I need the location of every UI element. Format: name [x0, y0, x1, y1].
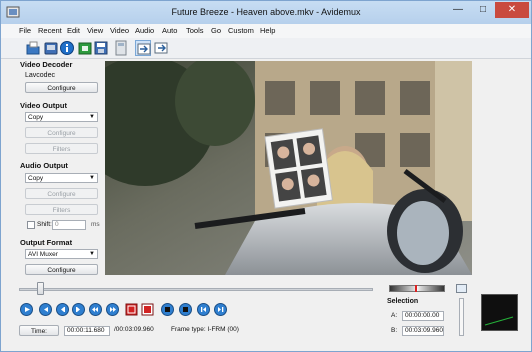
set-marker-b-icon[interactable]	[141, 303, 154, 316]
menu-tools[interactable]: Tools	[186, 26, 204, 35]
audio-output-configure-button[interactable]: Configure	[25, 188, 98, 199]
chevron-down-icon: ▼	[89, 175, 95, 181]
menu-file[interactable]: File	[19, 26, 31, 35]
video-output-filters-button[interactable]: Filters	[25, 143, 98, 154]
input-mode-icon[interactable]	[135, 40, 151, 56]
chevron-down-icon: ▼	[89, 114, 95, 120]
open-file-icon[interactable]	[25, 40, 41, 56]
previous-frame-icon[interactable]	[56, 303, 69, 316]
selection-a-field[interactable]: 00:00:00.00	[402, 311, 444, 321]
video-output-select-value: Copy	[28, 114, 44, 121]
selection-b-value: 00:03:09.960	[405, 327, 443, 334]
audio-meter-toggle-icon[interactable]	[456, 284, 467, 293]
video-output-title: Video Output	[20, 101, 67, 110]
menu-bar: File Recent Edit View Video Audio Auto T…	[1, 24, 531, 38]
app-window: Future Breeze - Heaven above.mkv - Avide…	[0, 0, 532, 352]
previous-keyframe-icon[interactable]	[89, 303, 102, 316]
info-icon[interactable]	[59, 40, 75, 56]
minimize-button[interactable]: —	[446, 2, 470, 18]
video-preview	[105, 61, 472, 275]
selection-a-label: A:	[391, 312, 398, 319]
current-time: 00:00:11.680	[67, 327, 105, 334]
shift-unit: ms	[91, 221, 100, 228]
close-button[interactable]: ✕	[495, 2, 529, 18]
video-decoder-codec: Lavcodec	[25, 72, 55, 79]
save-video-icon[interactable]	[77, 40, 93, 56]
menu-help[interactable]: Help	[260, 26, 275, 35]
selection-title: Selection	[387, 298, 419, 305]
menu-video[interactable]: Video	[110, 26, 129, 35]
total-time: /00:03:09.960	[114, 326, 154, 333]
menu-custom[interactable]: Custom	[228, 26, 254, 35]
video-decoder-configure-button[interactable]: Configure	[25, 82, 98, 93]
calculator-icon[interactable]	[113, 40, 129, 56]
output-format-select-value: AVI Muxer	[28, 251, 58, 258]
rewind-icon[interactable]	[39, 303, 52, 316]
next-frame-icon[interactable]	[72, 303, 85, 316]
open-folder-icon[interactable]	[43, 40, 59, 56]
video-decoder-title: Video Decoder	[20, 60, 73, 69]
menu-edit[interactable]: Edit	[67, 26, 80, 35]
chevron-down-icon: ▼	[89, 251, 95, 257]
menu-auto[interactable]: Auto	[162, 26, 177, 35]
volume-marker	[415, 285, 417, 292]
audio-output-select[interactable]: Copy ▼	[25, 173, 98, 183]
set-marker-a-icon[interactable]	[125, 303, 138, 316]
shift-value-field[interactable]: 0	[52, 220, 86, 230]
shift-label: Shift:	[37, 221, 52, 228]
menu-recent[interactable]: Recent	[38, 26, 62, 35]
video-output-select[interactable]: Copy ▼	[25, 112, 98, 122]
right-panel	[472, 61, 531, 275]
current-time-field[interactable]: 00:00:11.680	[64, 326, 110, 336]
go-last-frame-icon[interactable]	[214, 303, 227, 316]
video-output-configure-button[interactable]: Configure	[25, 127, 98, 138]
audio-output-title: Audio Output	[20, 161, 68, 170]
time-button[interactable]: Time:	[19, 325, 59, 336]
previous-black-frame-icon[interactable]	[161, 303, 174, 316]
selection-b-label: B:	[391, 327, 398, 334]
mini-preview-graph	[482, 295, 517, 330]
toolbar	[1, 38, 531, 59]
menu-view[interactable]: View	[87, 26, 103, 35]
title-bar: Future Breeze - Heaven above.mkv - Avide…	[1, 1, 531, 24]
menu-audio[interactable]: Audio	[135, 26, 154, 35]
output-format-configure-button[interactable]: Configure	[25, 264, 98, 275]
audio-output-select-value: Copy	[28, 175, 44, 182]
frame-type: Frame type: I-FRM (00)	[171, 326, 239, 333]
next-black-frame-icon[interactable]	[179, 303, 192, 316]
audio-output-filters-button[interactable]: Filters	[25, 204, 98, 215]
maximize-button[interactable]: □	[471, 2, 495, 18]
shift-checkbox[interactable]	[27, 221, 35, 229]
save-icon[interactable]	[93, 40, 109, 56]
volume-slider[interactable]	[459, 298, 464, 336]
menu-go[interactable]: Go	[211, 26, 221, 35]
play-icon[interactable]	[20, 303, 33, 316]
video-frame-image	[105, 61, 472, 275]
mini-preview	[481, 294, 518, 331]
selection-a-value: 00:00:00.00	[405, 312, 440, 319]
timeline-slider[interactable]	[19, 288, 373, 291]
volume-meter	[389, 285, 445, 292]
timeline-slider-thumb[interactable]	[37, 282, 45, 295]
shift-value: 0	[55, 221, 59, 228]
go-first-frame-icon[interactable]	[197, 303, 210, 316]
output-mode-icon[interactable]	[153, 40, 169, 56]
output-format-title: Output Format	[20, 238, 73, 247]
selection-b-field[interactable]: 00:03:09.960	[402, 326, 444, 336]
next-keyframe-icon[interactable]	[106, 303, 119, 316]
output-format-select[interactable]: AVI Muxer ▼	[25, 249, 98, 259]
